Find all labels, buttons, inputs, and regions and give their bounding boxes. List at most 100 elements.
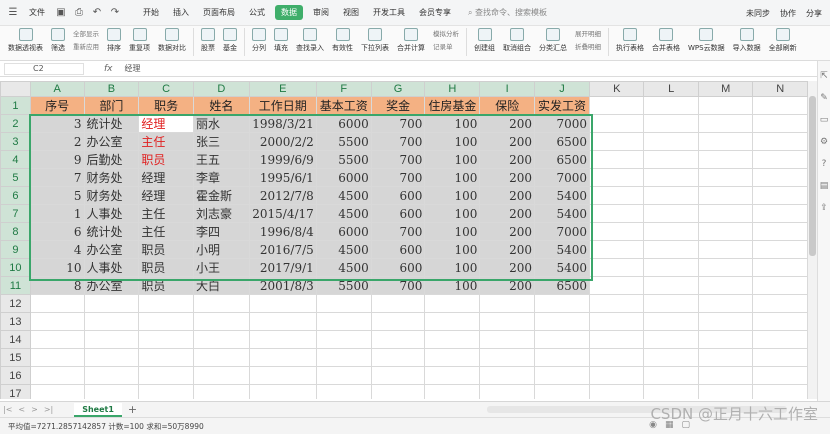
- tab-page-layout[interactable]: 页面布局: [196, 7, 242, 18]
- empty-cell[interactable]: [697, 168, 754, 187]
- data-cell[interactable]: 5: [29, 186, 85, 205]
- sync-status[interactable]: 未同步: [746, 8, 770, 19]
- empty-cell[interactable]: [29, 312, 85, 331]
- data-cell[interactable]: 700: [370, 150, 426, 169]
- empty-cell[interactable]: [138, 330, 194, 349]
- data-cell[interactable]: 2000/2/2: [248, 132, 317, 151]
- data-cell[interactable]: 600: [370, 240, 426, 259]
- data-cell[interactable]: 700: [370, 132, 426, 151]
- name-box[interactable]: C2: [4, 62, 84, 75]
- prev-sheet-icon[interactable]: <: [18, 405, 25, 414]
- header-cell[interactable]: 部门: [83, 96, 140, 115]
- collab-button[interactable]: 协作: [780, 8, 796, 19]
- column-header[interactable]: L: [643, 81, 699, 97]
- empty-cell[interactable]: [589, 294, 645, 313]
- data-cell[interactable]: 700: [370, 114, 426, 133]
- column-header[interactable]: J: [534, 81, 591, 97]
- data-cell[interactable]: 4500: [315, 240, 372, 259]
- empty-cell[interactable]: [534, 312, 591, 331]
- row-header[interactable]: 10: [0, 258, 31, 277]
- empty-cell[interactable]: [424, 294, 481, 313]
- data-cell[interactable]: 大白: [192, 276, 250, 295]
- data-cell[interactable]: 600: [370, 258, 426, 277]
- share-button[interactable]: 分享: [806, 8, 822, 19]
- shape-icon[interactable]: ▭: [820, 115, 829, 125]
- column-header[interactable]: B: [83, 81, 140, 97]
- empty-cell[interactable]: [424, 348, 481, 367]
- column-header[interactable]: H: [424, 81, 481, 97]
- empty-cell[interactable]: [589, 186, 645, 205]
- empty-cell[interactable]: [479, 330, 536, 349]
- data-cell[interactable]: 办公室: [83, 240, 140, 259]
- empty-cell[interactable]: [248, 294, 317, 313]
- formula-input[interactable]: 经理: [125, 63, 141, 74]
- empty-cell[interactable]: [752, 330, 808, 349]
- data-cell[interactable]: 5500: [315, 132, 372, 151]
- sort-button[interactable]: 排序: [103, 28, 125, 53]
- empty-cell[interactable]: [370, 384, 426, 399]
- empty-cell[interactable]: [192, 384, 250, 399]
- column-header[interactable]: F: [315, 81, 372, 97]
- wps-cloud-data-button[interactable]: WPS云数据: [684, 28, 729, 53]
- empty-cell[interactable]: [752, 204, 808, 223]
- empty-cell[interactable]: [643, 384, 699, 399]
- empty-cell[interactable]: [643, 348, 699, 367]
- data-cell[interactable]: 小王: [192, 258, 250, 277]
- empty-cell[interactable]: [752, 276, 808, 295]
- empty-cell[interactable]: [192, 294, 250, 313]
- empty-cell[interactable]: [29, 330, 85, 349]
- print-icon[interactable]: ⎙: [73, 7, 85, 19]
- empty-cell[interactable]: [192, 348, 250, 367]
- row-header[interactable]: 4: [0, 150, 31, 169]
- data-cell[interactable]: 5400: [534, 186, 591, 205]
- reapply-button[interactable]: 重新应用: [73, 41, 99, 51]
- data-cell[interactable]: 700: [370, 276, 426, 295]
- data-cell[interactable]: 200: [479, 222, 536, 241]
- header-cell[interactable]: 保险: [479, 96, 536, 115]
- data-cell[interactable]: 办公室: [83, 132, 140, 151]
- validation-button[interactable]: 有效性: [328, 28, 357, 53]
- empty-cell[interactable]: [370, 294, 426, 313]
- column-header[interactable]: N: [752, 81, 808, 97]
- data-cell[interactable]: 职员: [138, 240, 194, 259]
- empty-cell[interactable]: [589, 114, 645, 133]
- row-header[interactable]: 15: [0, 348, 31, 367]
- data-cell[interactable]: 1998/3/21: [248, 114, 317, 133]
- empty-cell[interactable]: [697, 186, 754, 205]
- empty-cell[interactable]: [248, 366, 317, 385]
- empty-cell[interactable]: [643, 312, 699, 331]
- scroll-thumb[interactable]: [809, 96, 816, 256]
- data-cell[interactable]: 2012/7/8: [248, 186, 317, 205]
- select-icon[interactable]: ⇱: [820, 71, 828, 81]
- tab-review[interactable]: 审阅: [306, 7, 336, 18]
- add-sheet-button[interactable]: +: [128, 403, 137, 416]
- empty-cell[interactable]: [248, 384, 317, 399]
- data-cell[interactable]: 4: [29, 240, 85, 259]
- empty-cell[interactable]: [752, 222, 808, 241]
- row-header[interactable]: 13: [0, 312, 31, 331]
- data-cell[interactable]: 人事处: [83, 204, 140, 223]
- empty-cell[interactable]: [589, 240, 645, 259]
- empty-cell[interactable]: [589, 96, 645, 115]
- column-header[interactable]: D: [192, 81, 250, 97]
- data-cell[interactable]: 后勤处: [83, 150, 140, 169]
- empty-cell[interactable]: [138, 312, 194, 331]
- empty-cell[interactable]: [643, 186, 699, 205]
- empty-cell[interactable]: [752, 168, 808, 187]
- property-icon[interactable]: ⚙: [820, 137, 828, 147]
- empty-cell[interactable]: [589, 366, 645, 385]
- help-icon[interactable]: ?: [822, 159, 827, 169]
- empty-cell[interactable]: [752, 186, 808, 205]
- data-cell[interactable]: 100: [424, 168, 481, 187]
- data-cell[interactable]: 办公室: [83, 276, 140, 295]
- tab-formulas[interactable]: 公式: [242, 7, 272, 18]
- data-cell[interactable]: 2016/7/5: [248, 240, 317, 259]
- data-cell[interactable]: 10: [29, 258, 85, 277]
- data-cell[interactable]: 5400: [534, 204, 591, 223]
- row-header[interactable]: 7: [0, 204, 31, 223]
- fx-icon[interactable]: fx: [104, 64, 113, 74]
- data-cell[interactable]: 200: [479, 258, 536, 277]
- empty-cell[interactable]: [752, 312, 808, 331]
- empty-cell[interactable]: [83, 384, 140, 399]
- empty-cell[interactable]: [83, 312, 140, 331]
